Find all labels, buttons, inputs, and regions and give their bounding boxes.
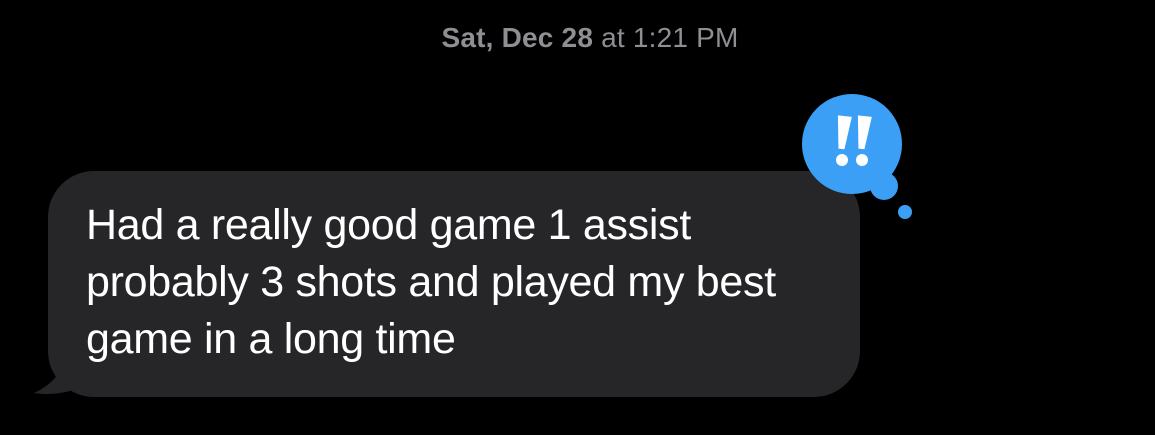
message-timestamp: Sat, Dec 28 at 1:21 PM <box>0 22 1155 54</box>
timestamp-time: at 1:21 PM <box>601 22 739 53</box>
tapback-bubble <box>802 94 912 219</box>
incoming-message[interactable]: Had a really good game 1 assist probably… <box>30 171 870 401</box>
timestamp-day: Sat, Dec 28 <box>441 22 594 53</box>
message-bubble[interactable]: Had a really good game 1 assist probably… <box>48 171 860 397</box>
tapback-reaction[interactable] <box>798 94 918 224</box>
message-text: Had a really good game 1 assist probably… <box>86 201 776 363</box>
